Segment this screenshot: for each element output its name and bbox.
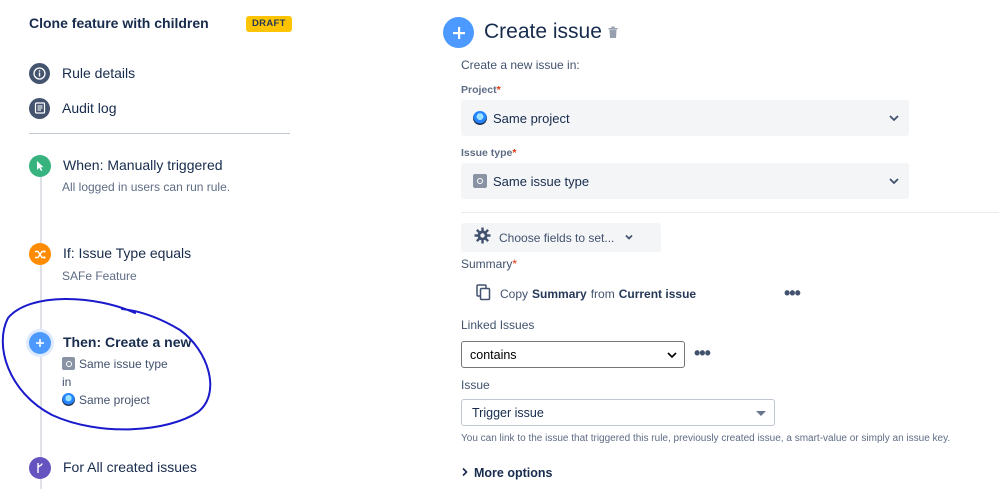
- project-value: Same project: [493, 110, 570, 126]
- issue-type-select[interactable]: Same issue type: [461, 163, 909, 199]
- issue-type-label: Issue type*: [461, 147, 516, 159]
- trash-icon[interactable]: [607, 26, 619, 44]
- shuffle-icon: [29, 243, 51, 265]
- branch-icon: [29, 457, 51, 479]
- step-subtitle: SAFe Feature: [62, 269, 137, 283]
- project-label: Project*: [461, 84, 501, 96]
- nav-label: Audit log: [62, 100, 117, 116]
- divider: [29, 133, 290, 134]
- chevron-down-icon: [887, 174, 901, 193]
- caret-down-icon: [756, 411, 766, 416]
- chevron-down-icon: [666, 349, 678, 364]
- step-title: For All created issues: [63, 459, 197, 475]
- step-line2: in: [62, 375, 72, 389]
- summary-more-icon[interactable]: •••: [784, 284, 801, 302]
- create-issue-plus-icon: [443, 17, 474, 48]
- project-select[interactable]: Same project: [461, 100, 909, 136]
- linked-issues-more-icon[interactable]: •••: [694, 344, 711, 362]
- chevron-right-icon: [461, 466, 469, 480]
- step-title: Then: Create a new: [63, 334, 192, 350]
- required-marker: *: [512, 257, 518, 271]
- issue-type-icon: [62, 357, 75, 370]
- draft-badge: DRAFT: [246, 16, 292, 32]
- timeline-connector: [40, 172, 42, 489]
- nav-label: Rule details: [62, 65, 136, 81]
- nav-audit-log[interactable]: Audit log: [29, 97, 116, 119]
- required-marker: *: [512, 147, 517, 159]
- copy-source: Current issue: [618, 287, 697, 301]
- linked-issues-value: contains: [470, 347, 517, 362]
- issue-select[interactable]: Trigger issue: [461, 399, 775, 426]
- required-marker: *: [496, 84, 501, 96]
- issue-label: Issue: [461, 378, 490, 392]
- step-condition[interactable]: If: Issue Type equals SAFe Feature: [29, 243, 289, 287]
- project-avatar-icon: [473, 111, 487, 125]
- nav-rule-details[interactable]: Rule details: [29, 62, 135, 84]
- choose-fields-button[interactable]: Choose fields to set...: [461, 223, 661, 252]
- copy-field: Summary: [532, 287, 587, 301]
- issue-type-label-text: Issue type: [461, 147, 513, 159]
- linked-issues-label: Linked Issues: [461, 318, 535, 332]
- chevron-down-icon: [624, 229, 634, 247]
- copy-icon: [476, 284, 491, 304]
- divider: [461, 212, 999, 213]
- summary-copy-row[interactable]: Copy Summary from Current issue: [476, 284, 700, 304]
- step-project: Same project: [62, 393, 150, 407]
- step-title: If: Issue Type equals: [63, 245, 192, 261]
- choose-fields-label: Choose fields to set...: [499, 230, 615, 245]
- more-options-toggle[interactable]: More options: [461, 466, 552, 480]
- rule-sidebar: Clone feature with children DRAFT Rule d…: [0, 0, 300, 489]
- cursor-icon: [29, 155, 51, 177]
- step-line1: Same issue type: [79, 357, 168, 371]
- project-avatar-icon: [62, 393, 75, 406]
- step-branch[interactable]: For All created issues: [29, 457, 289, 481]
- step-line3: Same project: [79, 393, 150, 407]
- audit-log-icon: [29, 97, 50, 119]
- intro-text: Create a new issue in:: [461, 58, 580, 72]
- rule-title: Clone feature with children: [29, 15, 209, 31]
- step-issue-type: Same issue type: [62, 357, 168, 371]
- step-title: When: Manually triggered: [63, 157, 223, 173]
- linked-issues-select[interactable]: contains: [461, 341, 685, 368]
- plus-icon: [29, 332, 51, 354]
- help-text: You can link to the issue that triggered…: [461, 433, 951, 444]
- issue-type-value: Same issue type: [493, 173, 590, 189]
- panel-title: Create issue: [484, 20, 602, 43]
- more-options-label: More options: [474, 466, 553, 480]
- issue-value: Trigger issue: [472, 405, 544, 420]
- issue-type-icon: [473, 174, 487, 188]
- step-action[interactable]: Then: Create a new Same issue type in Sa…: [29, 332, 199, 412]
- info-icon: [29, 62, 50, 84]
- summary-label: Summary*: [461, 257, 517, 271]
- chevron-down-icon: [887, 111, 901, 130]
- project-label-text: Project: [461, 84, 497, 96]
- gear-icon: [474, 227, 491, 249]
- copy-prefix: Copy: [500, 287, 529, 301]
- copy-from: from: [590, 287, 615, 301]
- summary-label-text: Summary: [461, 257, 513, 271]
- step-trigger[interactable]: When: Manually triggered All logged in u…: [29, 155, 289, 199]
- step-subtitle: All logged in users can run rule.: [62, 180, 231, 194]
